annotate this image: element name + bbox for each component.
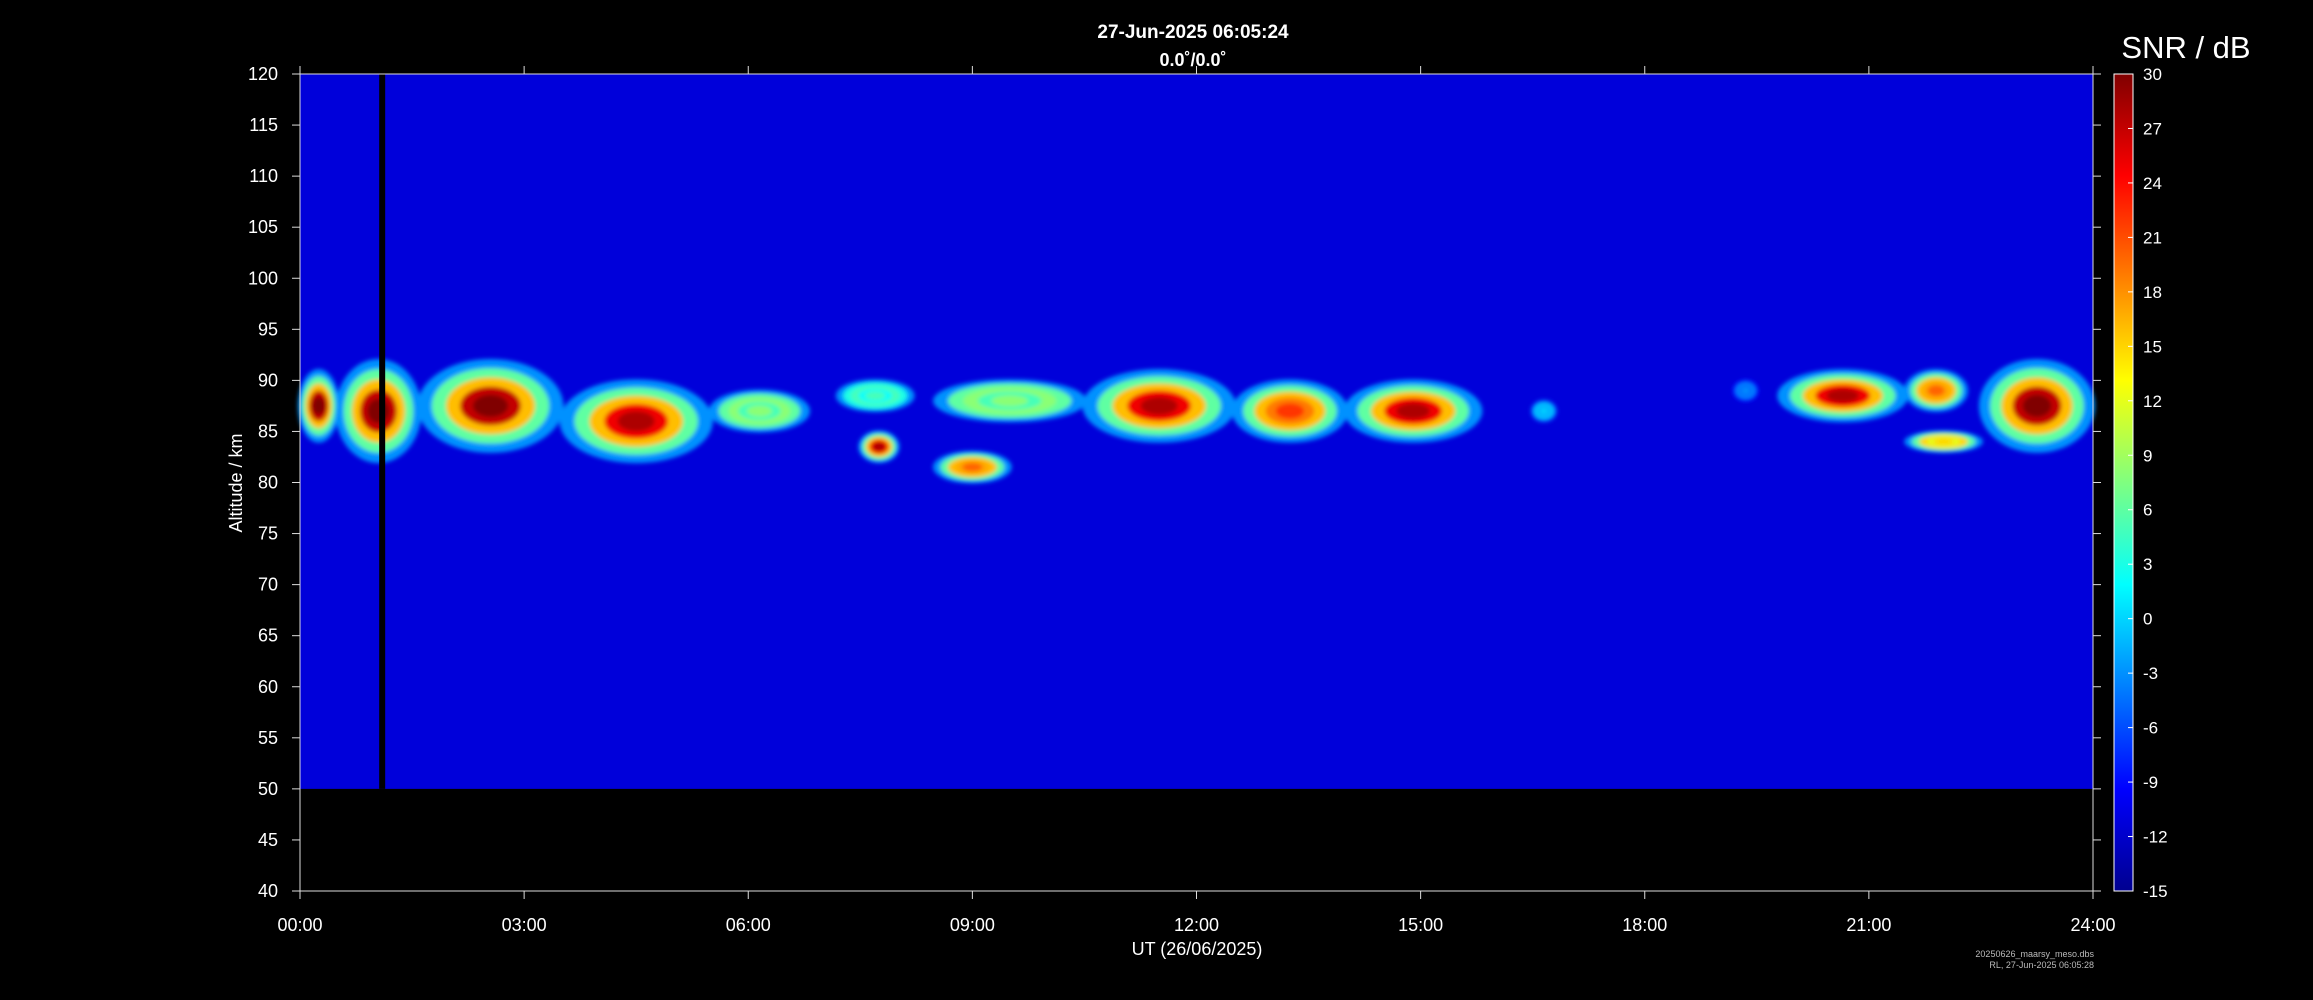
echo-contour — [1140, 397, 1178, 415]
y-tick-label: 40 — [258, 881, 278, 901]
colorbar-tick-label: 6 — [2143, 501, 2152, 520]
colorbar-ticks: 302724211815129630-3-6-9-12-15 — [2128, 65, 2168, 901]
echo-region — [1343, 379, 1483, 443]
colorbar-tick-label: -3 — [2143, 664, 2158, 683]
x-tick-label: 12:00 — [1174, 915, 1219, 935]
echo-contour — [1826, 389, 1859, 403]
colorbar-tick-label: 3 — [2143, 555, 2152, 574]
plot-area — [298, 73, 2095, 892]
x-tick-label: 15:00 — [1398, 915, 1443, 935]
colorbar-tick-label: 30 — [2143, 65, 2162, 84]
y-tick-label: 65 — [258, 626, 278, 646]
x-tick-label: 24:00 — [2070, 915, 2115, 935]
echo-region — [1777, 369, 1909, 423]
echo-region — [1904, 369, 1968, 413]
colorbar-tick-label: 12 — [2143, 392, 2162, 411]
y-tick-label: 70 — [258, 575, 278, 595]
colorbar-tick-label: -9 — [2143, 773, 2158, 792]
y-tick-label: 55 — [258, 728, 278, 748]
echo-region — [335, 358, 422, 464]
echo-contour — [367, 398, 390, 424]
echo-contour — [312, 397, 325, 415]
echo-contour — [1396, 403, 1430, 419]
y-tick-label: 45 — [258, 830, 278, 850]
colorbar-tick-label: 27 — [2143, 119, 2162, 138]
colorbar-tick-label: 0 — [2143, 610, 2152, 629]
x-tick-label: 09:00 — [950, 915, 995, 935]
y-tick-label: 85 — [258, 421, 278, 441]
footer-file-name: 20250626_maarsy_meso.dbs — [1975, 949, 2094, 959]
echo-region — [559, 379, 713, 464]
y-tick-label: 115 — [249, 115, 278, 135]
y-tick-label: 105 — [248, 217, 278, 237]
echo-contour — [1933, 438, 1954, 445]
y-tick-label: 110 — [249, 166, 278, 186]
colorbar-tick-label: 24 — [2143, 174, 2162, 193]
x-tick-label: 06:00 — [726, 915, 771, 935]
echo-region — [1231, 379, 1348, 443]
echo-region — [1530, 399, 1558, 423]
echo-contour — [746, 405, 773, 417]
x-tick-label: 21:00 — [1846, 915, 1891, 935]
y-tick-label: 95 — [258, 319, 278, 339]
colorbar-title: SNR / dB — [2121, 30, 2250, 65]
echo-contour — [865, 391, 886, 401]
echo-region — [858, 430, 900, 464]
echo-region — [933, 379, 1087, 423]
colorbar-scale — [2113, 73, 2134, 892]
echo-contour — [872, 442, 886, 452]
footer-generated: RL, 27-Jun-2025 06:05:28 — [1989, 960, 2094, 970]
chart-subtitle: 0.0˚/0.0˚ — [1159, 50, 1226, 70]
y-tick-label: 60 — [258, 677, 278, 697]
echo-region — [417, 358, 564, 453]
echo-region — [1732, 379, 1759, 402]
y-tick-label: 120 — [248, 64, 278, 84]
colorbar-tick-label: -15 — [2143, 882, 2168, 901]
x-tick-label: 00:00 — [277, 915, 322, 935]
y-tick-label: 80 — [258, 473, 278, 493]
echo-region — [1082, 369, 1236, 443]
echo-region — [1904, 430, 1983, 453]
echo-region — [1978, 358, 2095, 453]
colorbar-tick-label: 18 — [2143, 283, 2162, 302]
echo-contour — [472, 394, 509, 418]
chart-canvas: 27-Jun-2025 06:05:24 0.0˚/0.0˚ 00:00 03:0… — [226, 22, 2251, 970]
colorbar-tick-label: 21 — [2143, 228, 2162, 247]
x-tick-label: 18:00 — [1622, 915, 1667, 935]
y-tick-label: 50 — [258, 779, 278, 799]
x-tick-label: 03:00 — [502, 915, 547, 935]
colorbar-tick-label: -12 — [2143, 828, 2168, 847]
echo-contour — [2022, 394, 2052, 418]
colorbar: 302724211815129630-3-6-9-12-15 — [2113, 65, 2168, 901]
echo-contour — [962, 462, 983, 472]
echo-contour — [1539, 407, 1549, 415]
y-tick-label: 100 — [248, 268, 278, 288]
y-tick-label: 90 — [258, 370, 278, 390]
colorbar-tick-label: 15 — [2143, 337, 2162, 356]
echo-contour — [1741, 387, 1751, 394]
echo-region — [708, 389, 811, 433]
x-axis-label: UT (26/06/2025) — [1132, 939, 1263, 959]
echo-contour — [1275, 403, 1305, 419]
echo-contour — [1927, 385, 1945, 397]
echo-region — [835, 379, 915, 413]
echo-contour — [991, 395, 1029, 407]
data-gap-line — [379, 74, 386, 789]
y-tick-label: 75 — [258, 524, 278, 544]
chart-title: 27-Jun-2025 06:05:24 — [1097, 22, 1289, 43]
y-axis-label: Altitude / km — [226, 433, 246, 532]
echo-region — [298, 369, 340, 443]
colorbar-tick-label: -6 — [2143, 719, 2158, 738]
echo-region — [933, 450, 1012, 484]
colorbar-tick-label: 9 — [2143, 446, 2152, 465]
echo-contour — [617, 411, 655, 432]
